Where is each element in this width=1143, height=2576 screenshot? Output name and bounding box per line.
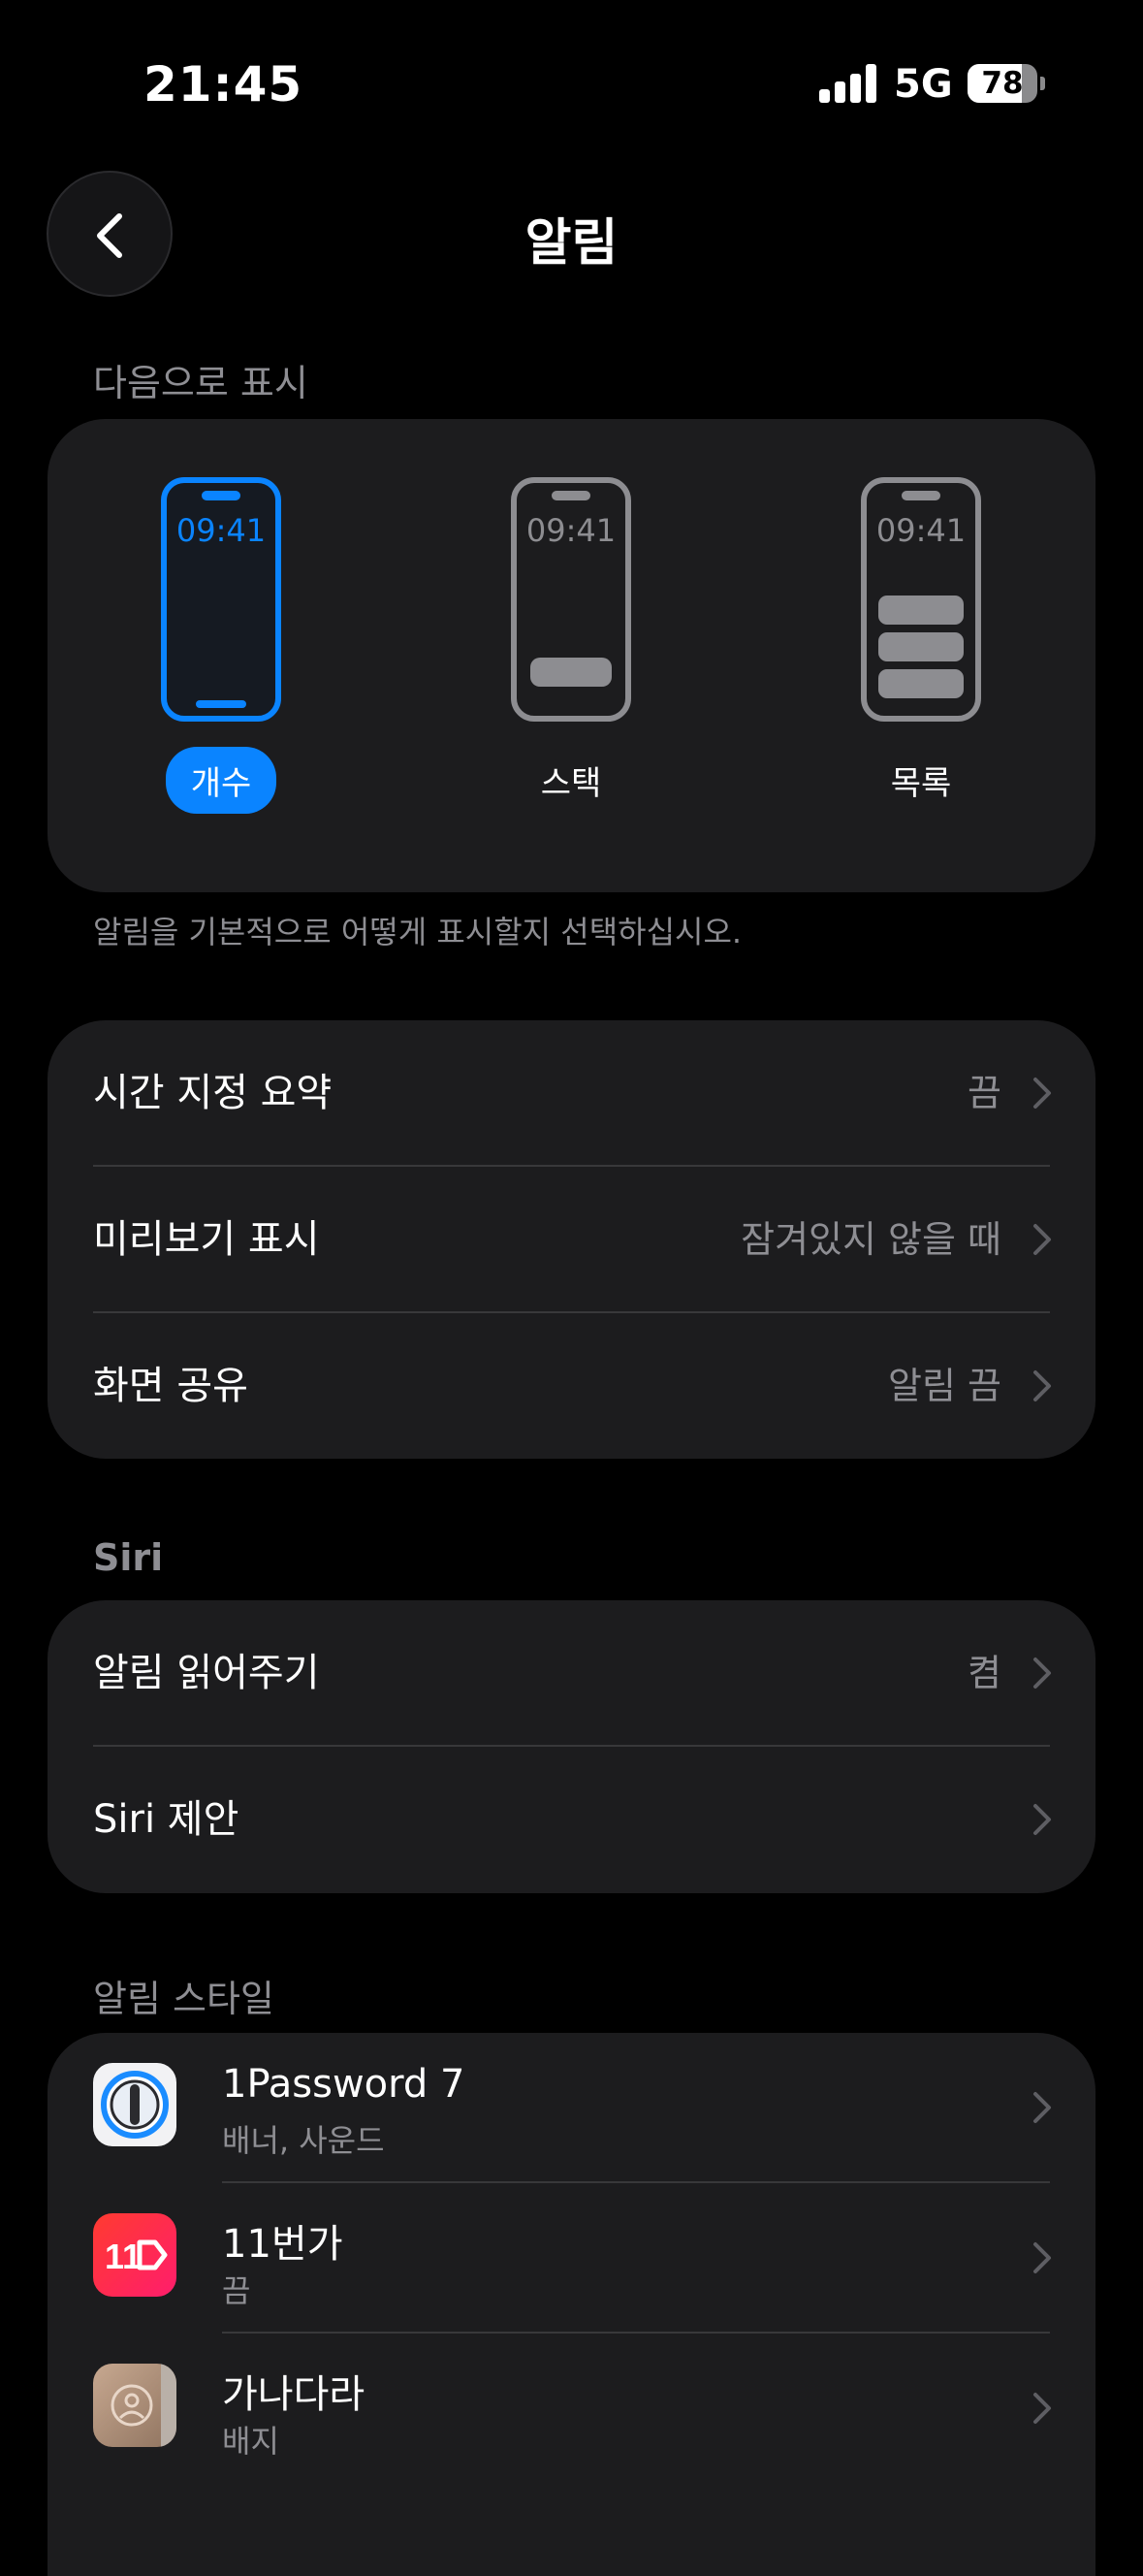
row-show-previews[interactable]: 미리보기 표시 잠겨있지 않을 때 xyxy=(48,1167,1095,1312)
app-row-1password[interactable]: 1Password 7 배너, 사운드 xyxy=(48,2033,1095,2182)
siri-card: 알림 읽어주기 켬 Siri 제안 xyxy=(48,1600,1095,1893)
display-option-list[interactable]: 09:41 목록 xyxy=(800,477,1042,814)
svg-text:11: 11 xyxy=(105,2237,142,2276)
siri-section-header: Siri xyxy=(93,1536,164,1579)
chevron-right-icon xyxy=(1033,2092,1051,2123)
display-option-label: 스택 xyxy=(540,764,602,803)
display-section-header: 다음으로 표시 xyxy=(93,362,308,404)
display-mode-card: 09:41 개수 09:41 스택 09:41 목록 xyxy=(48,419,1095,892)
app-row-11st[interactable]: 11 11번가 끔 xyxy=(48,2183,1095,2333)
network-type: 5G xyxy=(894,62,953,107)
style-section-header: 알림 스타일 xyxy=(93,1978,274,2020)
display-option-label: 목록 xyxy=(890,764,952,803)
phone-stack-preview-icon: 09:41 xyxy=(511,477,631,722)
battery-level: 78 xyxy=(981,66,1024,101)
chevron-right-icon xyxy=(1033,2242,1051,2273)
page-title: 알림 xyxy=(524,214,619,273)
display-option-label: 개수 xyxy=(165,747,277,814)
1password-icon xyxy=(93,2063,176,2146)
chevron-right-icon xyxy=(1033,1224,1051,1255)
cellular-signal-icon xyxy=(819,64,877,103)
11st-icon: 11 xyxy=(93,2213,176,2297)
row-siri-suggestions[interactable]: Siri 제안 xyxy=(48,1747,1095,1892)
contacts-icon xyxy=(93,2364,176,2447)
display-option-count[interactable]: 09:41 개수 xyxy=(100,477,342,814)
battery-icon: 78 xyxy=(968,64,1045,103)
phone-list-preview-icon: 09:41 xyxy=(861,477,981,722)
chevron-right-icon xyxy=(1033,2393,1051,2424)
chevron-right-icon xyxy=(1033,1804,1051,1835)
status-time: 21:45 xyxy=(143,56,303,113)
row-scheduled-summary[interactable]: 시간 지정 요약 끔 xyxy=(48,1020,1095,1166)
phone-count-preview-icon: 09:41 xyxy=(161,477,281,722)
row-screen-sharing[interactable]: 화면 공유 알림 끔 xyxy=(48,1313,1095,1459)
settings-card: 시간 지정 요약 끔 미리보기 표시 잠겨있지 않을 때 화면 공유 알림 끔 xyxy=(48,1020,1095,1459)
chevron-right-icon xyxy=(1033,1658,1051,1689)
display-option-stack[interactable]: 09:41 스택 xyxy=(450,477,692,814)
chevron-right-icon xyxy=(1033,1370,1051,1401)
app-row-ganadara[interactable]: 가나다라 배지 xyxy=(48,2334,1095,2483)
chevron-right-icon xyxy=(1033,1078,1051,1109)
display-footnote: 알림을 기본적으로 어떻게 표시할지 선택하십시오. xyxy=(93,914,743,950)
app-list-card: 1Password 7 배너, 사운드 11 11번가 끔 가나다라 배지 xyxy=(48,2033,1095,2576)
row-announce-notifications[interactable]: 알림 읽어주기 켬 xyxy=(48,1600,1095,1746)
